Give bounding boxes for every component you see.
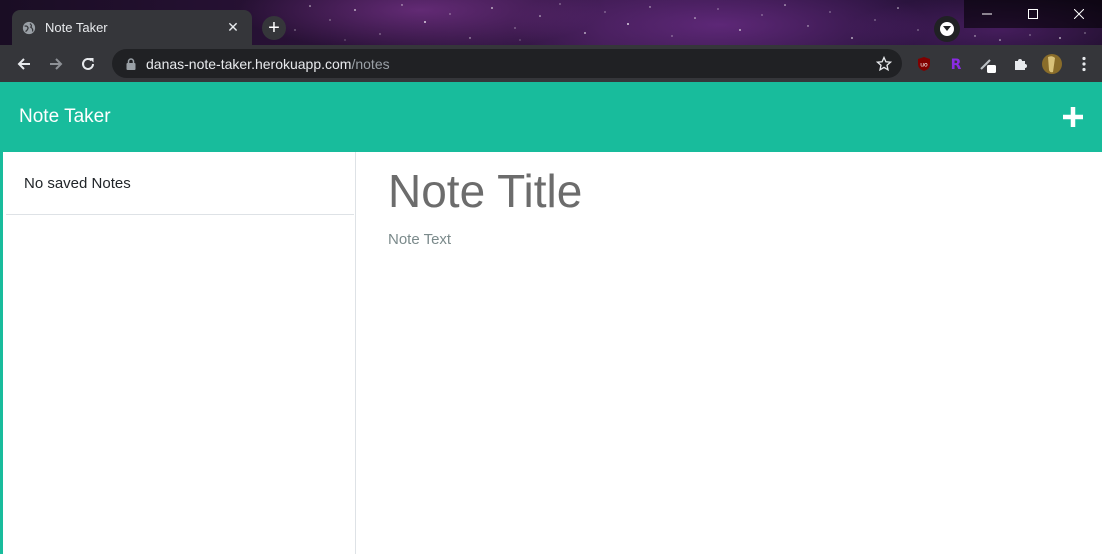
app-brand[interactable]: Note Taker xyxy=(19,106,111,128)
minimize-button[interactable] xyxy=(964,0,1010,28)
tab-search-button[interactable] xyxy=(934,16,960,42)
app-navbar: Note Taker xyxy=(3,82,1102,152)
chevron-down-icon xyxy=(940,22,954,36)
new-tab-button[interactable]: + xyxy=(262,16,286,40)
note-title-input[interactable]: Note Title xyxy=(388,162,1070,220)
list-item[interactable]: No saved Notes xyxy=(6,152,354,215)
globe-icon xyxy=(22,21,36,34)
note-editor: Note Title Note Text xyxy=(356,152,1102,554)
extensions-puzzle-icon[interactable] xyxy=(1008,52,1032,76)
maximize-button[interactable] xyxy=(1010,0,1056,28)
r-extension-icon[interactable]: R xyxy=(944,52,968,76)
new-note-plus-icon[interactable] xyxy=(1060,104,1086,130)
forward-button[interactable] xyxy=(40,48,72,80)
browser-titlebar: Note Taker ✕ + xyxy=(0,0,1102,45)
browser-toolbar: danas-note-taker.herokuapp.com/notes uo … xyxy=(0,45,1102,82)
ublock-extension-icon[interactable]: uo xyxy=(912,52,936,76)
pen-extension-icon[interactable] xyxy=(976,52,1000,76)
svg-text:R: R xyxy=(951,57,962,72)
close-window-button[interactable] xyxy=(1056,0,1102,28)
bookmark-star-icon[interactable] xyxy=(876,55,892,72)
reload-button[interactable] xyxy=(72,48,104,80)
lock-icon xyxy=(126,57,136,70)
arrow-right-icon xyxy=(50,57,63,70)
profile-avatar[interactable] xyxy=(1040,52,1064,76)
url-host: danas-note-taker.herokuapp.com xyxy=(146,55,352,72)
window-controls xyxy=(964,0,1102,28)
svg-text:uo: uo xyxy=(920,61,928,68)
address-bar[interactable]: danas-note-taker.herokuapp.com/notes xyxy=(112,49,902,78)
reload-icon xyxy=(82,57,94,70)
back-button[interactable] xyxy=(8,48,40,80)
notes-sidebar: No saved Notes xyxy=(3,152,356,554)
note-text-area[interactable]: Note Text xyxy=(388,231,1070,248)
url-path: /notes xyxy=(351,55,390,72)
more-menu-icon[interactable] xyxy=(1072,52,1096,76)
page-content: Note Taker No saved Notes Note Title Not… xyxy=(0,82,1102,554)
arrow-left-icon xyxy=(17,57,30,70)
extensions-area: uo R xyxy=(912,45,1096,82)
browser-tab[interactable]: Note Taker ✕ xyxy=(12,10,252,45)
tab-title: Note Taker xyxy=(45,20,108,35)
tab-close-icon[interactable]: ✕ xyxy=(224,19,242,36)
